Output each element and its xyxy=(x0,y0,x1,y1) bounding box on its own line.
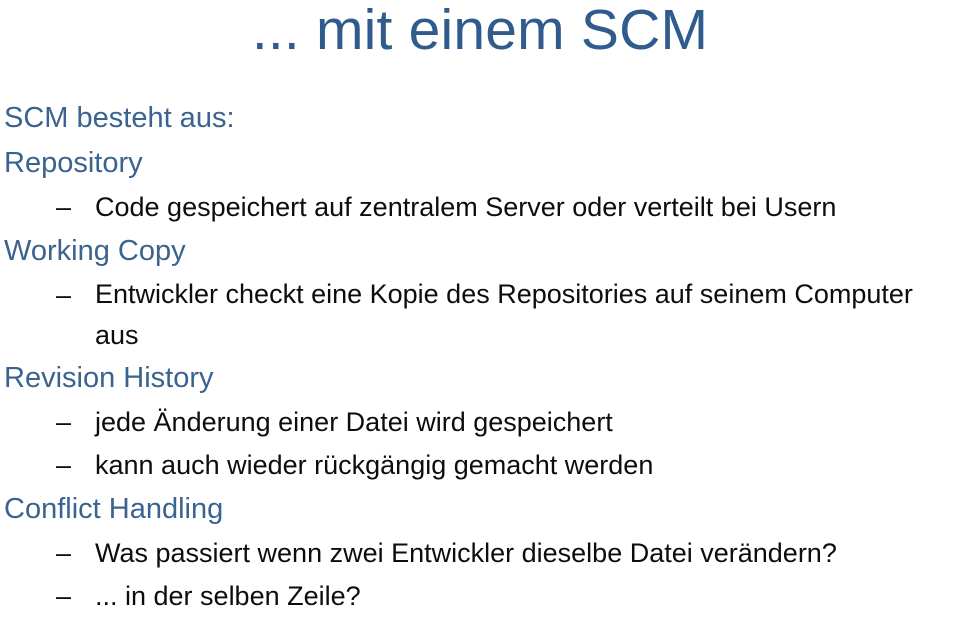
dash-bullet-icon: – xyxy=(56,280,72,310)
bullet-item: – Entwickler checkt eine Kopie des Repos… xyxy=(0,274,960,356)
bullet-item: – kann auch wieder rückgängig gemacht we… xyxy=(0,444,960,487)
dash-bullet-icon: – xyxy=(56,581,72,611)
section-heading-working-copy: Working Copy xyxy=(4,235,186,267)
section-heading-conflict-handling: Conflict Handling xyxy=(4,493,224,525)
presentation-slide: ... mit einem SCM SCM besteht aus: Repos… xyxy=(0,0,960,619)
bullet-text: kann auch wieder rückgängig gemacht werd… xyxy=(95,450,654,480)
dash-bullet-icon: – xyxy=(56,538,72,568)
bullet-text: Entwickler checkt eine Kopie des Reposit… xyxy=(95,279,913,350)
section-heading-revision-history: Revision History xyxy=(4,362,214,394)
bullet-text: ... in der selben Zeile? xyxy=(95,581,361,611)
bullet-text: Code gespeichert auf zentralem Server od… xyxy=(95,192,837,222)
section-heading-repository: Repository xyxy=(4,147,143,179)
bullet-text: jede Änderung einer Datei wird gespeiche… xyxy=(95,407,613,437)
slide-body: SCM besteht aus: Repository – Code gespe… xyxy=(0,96,960,618)
dash-bullet-icon: – xyxy=(56,450,72,480)
dash-bullet-icon: – xyxy=(56,407,72,437)
page-title: ... mit einem SCM xyxy=(251,0,709,62)
dash-bullet-icon: – xyxy=(56,192,72,222)
bullet-text: Was passiert wenn zwei Entwickler diesel… xyxy=(95,538,837,568)
bullet-item: – Code gespeichert auf zentralem Server … xyxy=(0,186,960,229)
bullet-item: – ... in der selben Zeile? xyxy=(0,575,960,618)
intro-line: SCM besteht aus: xyxy=(4,102,235,134)
bullet-item: – Was passiert wenn zwei Entwickler dies… xyxy=(0,532,960,575)
bullet-item: – jede Änderung einer Datei wird gespeic… xyxy=(0,401,960,444)
